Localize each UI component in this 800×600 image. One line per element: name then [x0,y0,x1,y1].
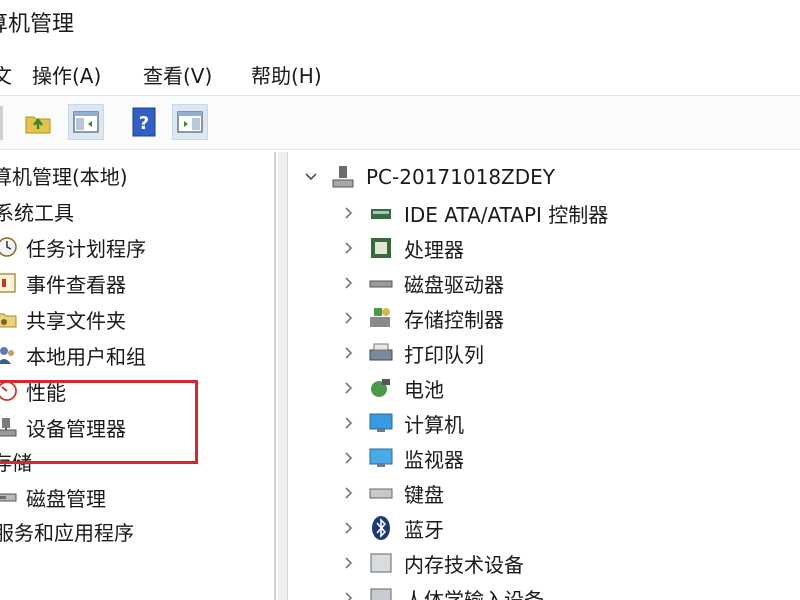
chevron-down-icon[interactable] [302,168,320,186]
battery-icon [371,379,390,397]
chevron-right-icon[interactable] [340,519,358,537]
tree-item-task-scheduler[interactable]: 任务计划程序 [0,230,146,264]
chevron-right-icon[interactable] [340,309,358,327]
show-hide-pane-icon [73,111,99,133]
menu-view[interactable]: 查看(V) [143,60,212,89]
device-category[interactable]: IDE ATA/ATAPI 控制器 [340,196,608,230]
title-bar: 算机管理 [0,0,800,44]
device-category-label: 内存技术设备 [404,552,524,577]
tree-item-services-applications[interactable]: 服务和应用程序 [0,514,134,548]
event-viewer-icon [0,273,16,293]
tree-item-disk-management[interactable]: 磁盘管理 [0,480,106,514]
users-icon [0,347,14,364]
menu-help[interactable]: 帮助(H) [251,60,322,89]
device-category-label: 电池 [404,377,444,402]
device-tree-root[interactable]: PC-20171018ZDEY [302,160,555,194]
pane-splitter[interactable] [278,152,288,600]
tree-item-label: 系统工具 [0,200,74,225]
chevron-right-icon[interactable] [340,274,358,292]
monitor-icon [369,448,393,467]
tree-item-local-users-groups[interactable]: 本地用户和组 [0,338,146,372]
clock-icon [0,237,17,257]
device-category-label: 键盘 [404,482,444,507]
device-category[interactable]: 计算机 [340,406,464,440]
device-tree-root-label: PC-20171018ZDEY [366,165,555,189]
device-category-label: 磁盘驱动器 [404,272,504,297]
tree-item-label: 本地用户和组 [26,344,146,369]
bluetooth-icon [372,516,390,540]
ide-controller-icon [371,209,391,219]
window-title: 算机管理 [0,12,75,37]
tree-item-event-viewer[interactable]: 事件查看器 [0,266,126,300]
device-category-label: 监视器 [404,447,464,472]
chevron-right-icon[interactable] [340,239,358,257]
shared-folder-icon [0,313,17,328]
device-category-label: 存储控制器 [404,307,504,332]
device-category-label: 处理器 [404,237,464,262]
storage-controller-icon [370,308,390,327]
device-category-label: IDE ATA/ATAPI 控制器 [404,202,609,227]
svg-text:?: ? [139,113,149,134]
device-category[interactable]: 处理器 [340,231,464,265]
disk-icon [0,493,17,502]
menu-action[interactable]: 操作(A) [32,60,101,89]
device-category-label: 计算机 [404,412,464,437]
pc-icon [332,166,354,188]
show-hide-console-tree-button[interactable] [68,104,104,140]
menu-bar: 文 操作(A) 查看(V) 帮助(H) [0,52,800,94]
tree-item-label: 磁盘管理 [26,486,106,511]
hid-icon [370,588,392,600]
device-category[interactable]: 键盘 [340,476,444,510]
disk-drive-icon [369,280,393,288]
chevron-right-icon[interactable] [340,204,358,222]
help-icon: ? [132,107,156,137]
console-tree: 算机管理(本地) 系统工具 任务计划程序 事件查看器 共享文件夹 本地用户和组 [0,152,276,600]
device-category[interactable]: 监视器 [340,441,464,475]
chevron-right-icon[interactable] [340,484,358,502]
printer-icon [369,343,393,361]
chevron-right-icon[interactable] [340,344,358,362]
tree-item-label: 共享文件夹 [26,308,126,333]
tree-item-label: 事件查看器 [26,272,126,297]
tree-root[interactable]: 算机管理(本地) [0,158,128,192]
chevron-right-icon[interactable] [340,449,358,467]
device-category[interactable]: 磁盘驱动器 [340,266,504,300]
folder-up-icon [25,116,51,134]
chevron-right-icon[interactable] [340,589,358,600]
toolbar: ? [0,95,800,150]
tree-root-label: 算机管理(本地) [0,164,128,189]
device-category[interactable]: 存储控制器 [340,301,504,335]
tree-item-label: 服务和应用程序 [0,520,134,545]
device-category[interactable]: 人体学输入设备 [340,581,544,600]
chevron-right-icon[interactable] [340,554,358,572]
tree-item-shared-folders[interactable]: 共享文件夹 [0,302,126,336]
computer-icon [369,413,393,432]
show-hide-action-pane-button[interactable] [172,104,208,140]
toolbar-separator [0,106,3,140]
device-category[interactable]: 电池 [340,371,444,405]
menu-file-fragment[interactable]: 文 [0,60,12,89]
device-category[interactable]: 内存技术设备 [340,546,524,580]
tree-item-system-tools[interactable]: 系统工具 [0,194,74,228]
keyboard-icon [369,488,393,499]
action-pane-icon [177,111,203,133]
device-tree: PC-20171018ZDEY IDE ATA/ATAPI 控制器 处理器 磁盘… [288,152,800,600]
device-category-label: 打印队列 [404,342,484,367]
device-category[interactable]: 打印队列 [340,336,484,370]
chevron-right-icon[interactable] [340,414,358,432]
device-category-label: 蓝牙 [404,517,444,542]
memory-device-icon [370,553,392,573]
highlight-annotation [0,380,198,464]
folder-up-button[interactable] [20,104,56,140]
device-category[interactable]: 蓝牙 [340,511,444,545]
device-category-label: 人体学输入设备 [404,587,544,600]
chevron-right-icon[interactable] [340,379,358,397]
processor-icon [371,238,391,258]
help-button[interactable]: ? [126,104,162,140]
tree-item-label: 任务计划程序 [26,236,146,261]
